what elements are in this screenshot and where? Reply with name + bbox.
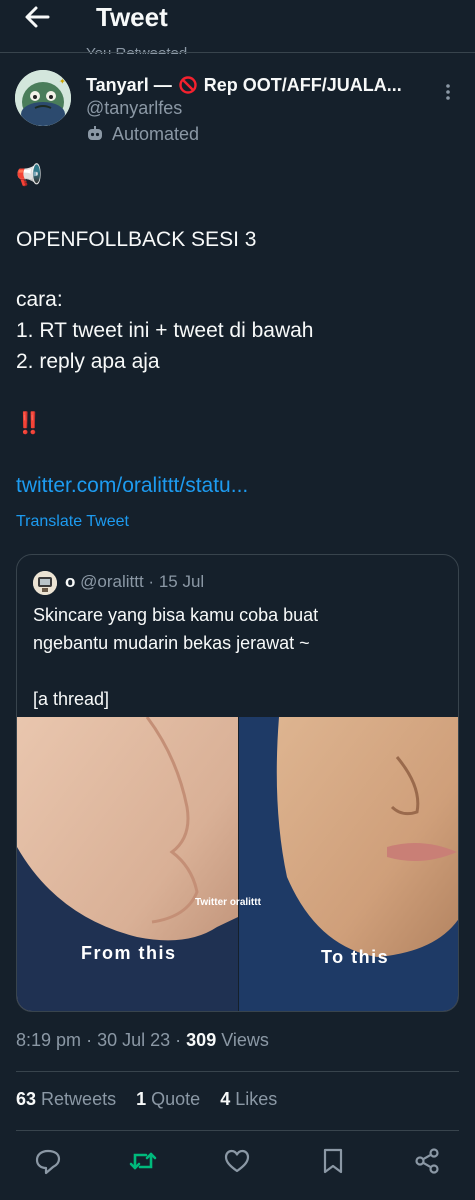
quotes-stat[interactable]: 1 Quote (136, 1089, 200, 1109)
more-icon[interactable] (438, 80, 458, 104)
tweet-date: 30 Jul 23 (97, 1030, 171, 1050)
quoted-meta: o @oralittt · 15 Jul (65, 572, 204, 592)
retweets-label: Retweets (41, 1089, 117, 1109)
back-arrow-icon[interactable] (22, 2, 52, 32)
quoted-text-line3: [a thread] (33, 689, 110, 709)
likes-count: 4 (220, 1089, 231, 1109)
timestamp-dot-1: · (86, 1030, 93, 1050)
tweet-line-step1: 1. RT tweet ini + tweet di bawah (16, 319, 314, 342)
bang-emoji: ‼️ (16, 412, 43, 435)
share-icon[interactable] (412, 1146, 442, 1176)
translate-tweet-link[interactable]: Translate Tweet (16, 513, 129, 531)
likes-stat[interactable]: 4 Likes (220, 1089, 277, 1109)
quoted-media-image[interactable]: Twitter oralittt From this To this (17, 717, 459, 1012)
no-entry-icon (179, 76, 197, 94)
retweets-count: 63 (16, 1089, 37, 1109)
image-label-left: From this (81, 943, 177, 963)
quoted-handle: @oralittt (80, 572, 144, 591)
author-avatar[interactable]: ✦ (15, 70, 71, 126)
quoted-date: 15 Jul (158, 572, 205, 591)
bot-icon (88, 126, 102, 140)
tweet-timestamp: 8:19 pm · 30 Jul 23 · 309 Views (16, 1030, 269, 1051)
image-label-right: To this (321, 947, 389, 967)
tweet-line-step2: 2. reply apa aja (16, 350, 160, 373)
retweet-icon[interactable] (128, 1146, 158, 1176)
likes-label: Likes (235, 1089, 278, 1109)
author-name-prefix: Tanyarl — (86, 75, 172, 95)
quoted-dot: · (148, 572, 155, 591)
quoted-text-spacer (33, 657, 443, 685)
quoted-name: o (65, 572, 76, 591)
tweet-line-title: OPENFOLLBACK SESI 3 (16, 228, 257, 251)
header-divider (0, 52, 475, 53)
quoted-text-line1: Skincare yang bisa kamu coba buat (33, 605, 319, 625)
tweet-link[interactable]: twitter.com/oralittt/statu... (16, 474, 248, 498)
quoted-text: Skincare yang bisa kamu coba buat ngeban… (33, 601, 443, 713)
author-handle[interactable]: @tanyarlfes (86, 98, 182, 119)
reply-icon[interactable] (33, 1146, 63, 1176)
quoted-tweet-card[interactable]: o @oralittt · 15 Jul Skincare yang bisa … (16, 554, 459, 1012)
automated-badge: Automated (86, 124, 199, 145)
quoted-avatar-image (33, 571, 57, 595)
bookmark-icon[interactable] (318, 1146, 348, 1176)
tweet-line-cara: cara: (16, 288, 63, 311)
avatar-image: ✦ (15, 70, 71, 126)
stats-divider-bottom (16, 1130, 459, 1131)
quotes-count: 1 (136, 1089, 147, 1109)
automated-label: Automated (112, 124, 200, 144)
top-bar: Tweet (0, 0, 475, 50)
quoted-text-line2: ngebantu mudarin bekas jerawat ~ (33, 633, 310, 653)
retweets-stat[interactable]: 63 Retweets (16, 1089, 116, 1109)
image-watermark: Twitter oralittt (195, 897, 262, 908)
svg-text:✦: ✦ (59, 77, 66, 86)
timestamp-dot-2: · (175, 1030, 182, 1050)
author-name-suffix: Rep OOT/AFF/JUALA... (203, 75, 402, 95)
quoted-avatar (33, 571, 57, 595)
author-name[interactable]: Tanyarl — Rep OOT/AFF/JUALA... (86, 75, 426, 96)
page-title: Tweet (96, 2, 168, 32)
stats-divider-top (16, 1071, 459, 1072)
views-count: 309 (186, 1030, 217, 1050)
quotes-label: Quote (151, 1089, 201, 1109)
views-label: Views (221, 1030, 269, 1050)
tweet-time: 8:19 pm (16, 1030, 82, 1050)
engagement-stats: 63 Retweets 1 Quote 4 Likes (16, 1089, 277, 1110)
megaphone-emoji: 📢 (16, 164, 43, 187)
like-icon[interactable] (222, 1146, 252, 1176)
